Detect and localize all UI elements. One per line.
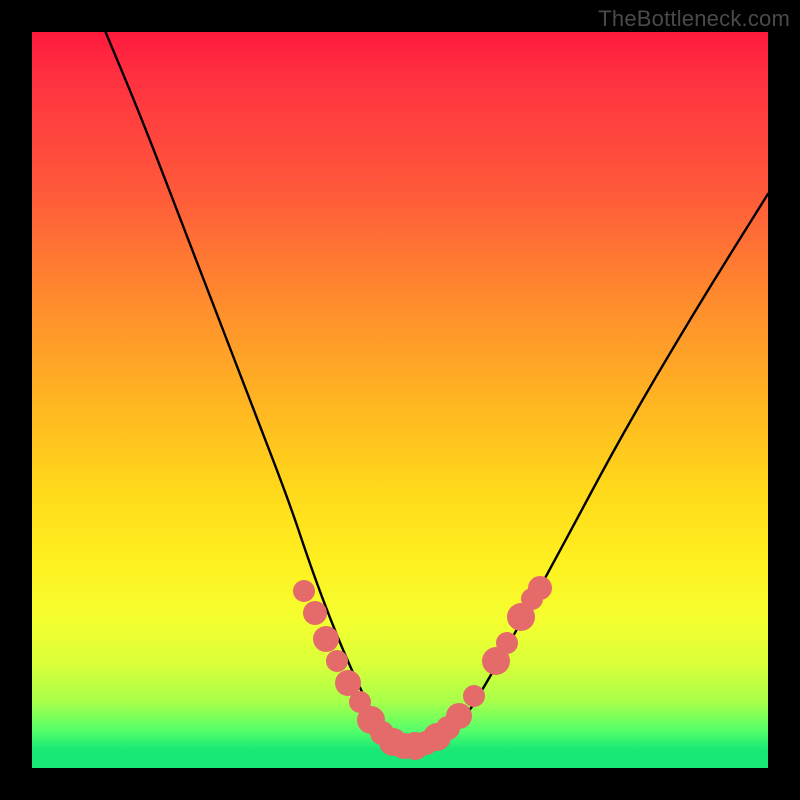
- bottleneck-curve: [32, 32, 768, 768]
- chart-frame: TheBottleneck.com: [0, 0, 800, 800]
- data-marker: [496, 632, 518, 654]
- data-marker: [326, 650, 348, 672]
- data-marker: [313, 626, 339, 652]
- data-marker: [293, 580, 315, 602]
- plot-area: [32, 32, 768, 768]
- data-marker: [463, 685, 485, 707]
- data-marker: [528, 576, 552, 600]
- data-marker: [446, 703, 472, 729]
- data-marker: [303, 601, 327, 625]
- watermark-text: TheBottleneck.com: [598, 6, 790, 32]
